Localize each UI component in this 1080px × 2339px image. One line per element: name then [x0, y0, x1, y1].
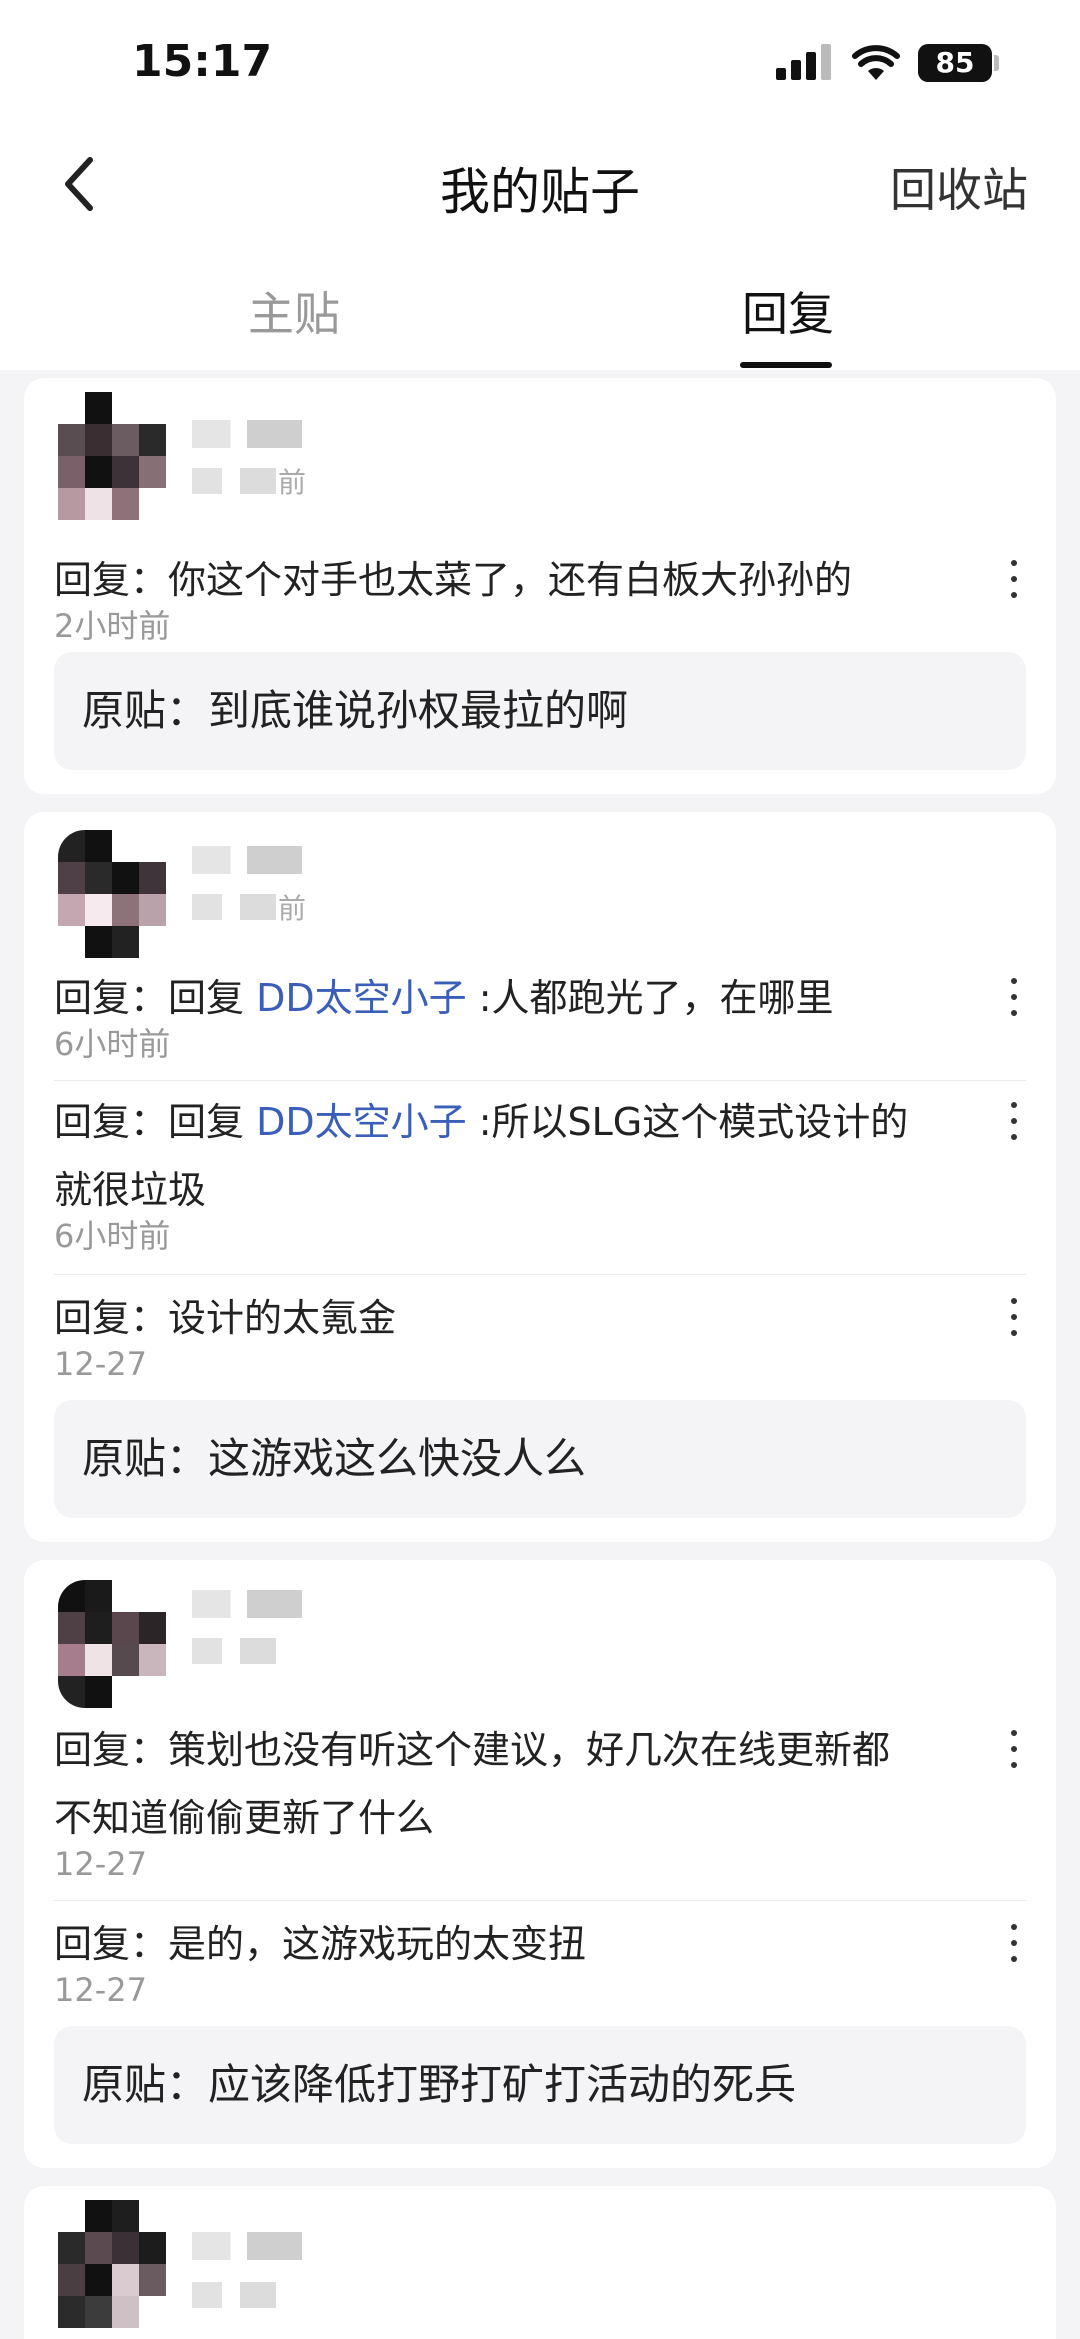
avatar[interactable]	[58, 1580, 166, 1708]
divider	[54, 1274, 1026, 1275]
user-time-redacted	[192, 1638, 278, 1664]
more-options-icon[interactable]	[1004, 1924, 1024, 1974]
user-mention-link[interactable]: DD太空小子	[256, 1100, 467, 1144]
user-mention-link[interactable]: DD太空小子	[256, 976, 467, 1020]
user-name-redacted	[192, 846, 302, 874]
avatar[interactable]	[58, 2200, 166, 2328]
reply-item[interactable]: 回复：策划也没有听这个建议，好几次在线更新都不知道偷偷更新了什么 12-27	[54, 1716, 1034, 1884]
more-options-icon[interactable]	[1004, 1730, 1024, 1780]
recycle-bin-button[interactable]: 回收站	[890, 154, 1028, 220]
reply-text: 回复：回复 DD太空小子 :所以SLG这个模式设计的就很垃圾	[54, 1100, 909, 1212]
reply-card[interactable]: 前 回复：回复 DD太空小子 :人都跑光了，在哪里 6小时前 回复：回复 DD太…	[24, 812, 1056, 1542]
more-options-icon[interactable]	[1004, 1102, 1024, 1152]
original-post[interactable]: 原贴：这游戏这么快没人么	[54, 1400, 1026, 1518]
reply-text: 回复：回复 DD太空小子 :人都跑光了，在哪里	[54, 976, 834, 1020]
original-post[interactable]: 原贴：到底谁说孙权最拉的啊	[54, 652, 1026, 770]
reply-text: 回复：是的，这游戏玩的太变扭	[54, 1922, 587, 1966]
battery-tip	[994, 55, 999, 71]
navigation-bar: 我的贴子 回收站	[0, 130, 1080, 240]
reply-item[interactable]: 回复：回复 DD太空小子 :所以SLG这个模式设计的就很垃圾 6小时前	[54, 1088, 1034, 1256]
reply-item[interactable]: 回复：回复 DD太空小子 :人都跑光了，在哪里 6小时前	[54, 964, 1034, 1064]
status-bar: 15:17 85	[0, 0, 1080, 130]
reply-text: 回复：设计的太氪金	[54, 1296, 397, 1340]
avatar[interactable]	[58, 830, 166, 958]
battery-icon: 85	[918, 44, 992, 82]
tab-bar: 主贴 回复	[0, 240, 1080, 370]
more-options-icon[interactable]	[1004, 978, 1024, 1028]
tab-main-posts[interactable]: 主贴	[248, 278, 340, 344]
reply-text: 回复：策划也没有听这个建议，好几次在线更新都不知道偷偷更新了什么	[54, 1728, 891, 1840]
status-time: 15:17	[132, 36, 273, 87]
user-name-redacted	[192, 2232, 302, 2260]
tab-active-indicator	[740, 362, 832, 368]
avatar[interactable]	[58, 392, 166, 520]
cellular-signal-icon	[776, 44, 836, 80]
more-options-icon[interactable]	[1004, 1298, 1024, 1348]
reply-card[interactable]: 前 回复：你这个对手也太菜了，还有白板大孙孙的 2小时前 原贴：到底谁说孙权最拉…	[24, 378, 1056, 794]
original-post[interactable]: 原贴：应该降低打野打矿打活动的死兵	[54, 2026, 1026, 2144]
user-time-redacted: 前	[192, 466, 306, 499]
reply-item[interactable]: 回复：设计的太氪金 12-27	[54, 1284, 1034, 1384]
user-name-redacted	[192, 1590, 302, 1618]
wifi-icon	[852, 45, 900, 80]
user-time-redacted: 前	[192, 892, 306, 925]
divider	[54, 1900, 1026, 1901]
user-name-redacted	[192, 420, 302, 448]
reply-item[interactable]: 回复：你这个对手也太菜了，还有白板大孙孙的 2小时前	[54, 546, 1034, 646]
reply-item[interactable]: 回复：是的，这游戏玩的太变扭 12-27	[54, 1910, 1034, 2010]
user-time-redacted	[192, 2282, 276, 2308]
more-options-icon[interactable]	[1004, 560, 1024, 610]
divider	[54, 1080, 1026, 1081]
reply-card[interactable]: 回复：策划也没有听这个建议，好几次在线更新都不知道偷偷更新了什么 12-27 回…	[24, 1560, 1056, 2168]
tab-replies[interactable]: 回复	[742, 278, 834, 344]
reply-card[interactable]	[24, 2186, 1056, 2339]
reply-text: 回复：你这个对手也太菜了，还有白板大孙孙的	[54, 558, 853, 602]
